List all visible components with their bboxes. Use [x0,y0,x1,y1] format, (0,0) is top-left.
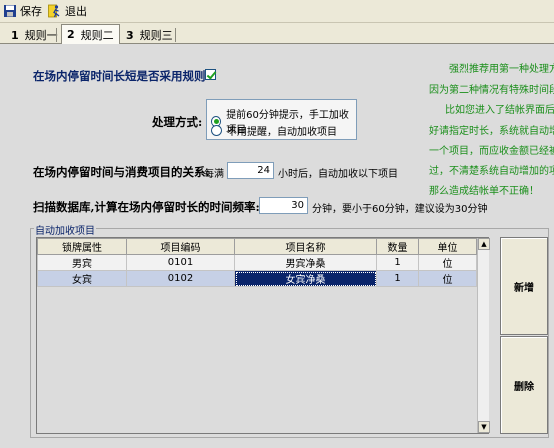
relation-suffix: 小时后，自动加收以下项目 [278,169,398,180]
tab-label: 规则二 [80,28,114,42]
auto-items-grid[interactable]: 锁牌属性 项目编码 项目名称 数量 单位 男宾 0101 男宾净桑 1 位 女宾… [36,237,490,434]
exit-button[interactable]: 退出 [48,2,87,20]
scan-frequency-suffix: 分钟，要小于60分钟，建议设为30分钟 [312,204,488,215]
radio-unselected-icon [211,125,222,136]
handling-options: 提前60分钟提示，手工加收项目 不用提醒，自动加收项目 [206,99,357,140]
column-header[interactable]: 项目名称 [234,238,377,255]
table-cell[interactable]: 女宾 [37,270,127,287]
delete-button-label: 删除 [514,381,534,393]
table-row[interactable]: 男宾 0101 男宾净桑 1 位 [37,254,477,271]
tab-label: 规则三 [139,29,173,42]
save-button[interactable]: 保存 [3,2,42,20]
exit-label: 退出 [65,5,87,18]
table-cell[interactable]: 男宾净桑 [234,254,377,271]
scan-frequency-label: 扫描数据库,计算在场内停留时长的时间频率: [33,200,260,214]
note-line: 因为第二种情况有特殊时间段： [429,85,554,96]
table-cell[interactable]: 男宾 [37,254,127,271]
table-header-row: 锁牌属性 项目编码 项目名称 数量 单位 [37,238,477,255]
rule-tabs: 1 规则一 2 规则二 3 规则三 [0,24,554,45]
handling-label: 处理方式: [152,115,203,129]
table-cell[interactable]: 位 [418,270,477,287]
auto-items-group-title: 自动加收项目 [34,222,96,237]
tab-number: 1 [11,28,19,42]
relation-label: 在场内停留时间与消费项目的关系: [33,165,210,179]
tab-label: 规则一 [24,29,58,42]
note-line: 好请指定时长，系统就自动增加 [429,126,554,137]
tab-rule-1[interactable]: 1 规则一 [6,26,63,44]
delete-button[interactable]: 删除 [500,336,548,434]
note-line: 那么造成结帐单不正确！ [429,186,539,197]
tab-number: 3 [126,28,134,42]
tab-divider [175,28,176,42]
column-header[interactable]: 数量 [376,238,419,255]
table-row[interactable]: 女宾 0102 女宾净桑 1 位 [37,270,477,287]
add-button[interactable]: 新增 [500,237,548,335]
relation-prefix: 每满 [204,169,224,180]
note-line: 强烈推荐用第一种处理方式 [449,64,554,75]
auto-items-group: 自动加收项目 锁牌属性 项目编码 项目名称 数量 单位 男宾 0101 男宾净桑… [30,222,549,438]
scroll-down-arrow-icon[interactable]: ▼ [478,421,490,433]
rule-two-panel: 在场内停留时间长短是否采用规则: 处理方式: 提前60分钟提示，手工加收项目 不… [0,44,554,448]
table-cell[interactable]: 位 [418,254,477,271]
toolbar: 保存 退出 [0,0,554,23]
hours-input[interactable]: 24 [227,162,274,179]
auto-items-table: 锁牌属性 项目编码 项目名称 数量 单位 男宾 0101 男宾净桑 1 位 女宾… [37,238,477,287]
scroll-up-arrow-icon[interactable]: ▲ [478,238,490,250]
table-cell[interactable]: 0102 [126,270,235,287]
short-stay-rule-label: 在场内停留时间长短是否采用规则: [33,69,210,83]
table-cell-selected[interactable]: 女宾净桑 [234,270,377,287]
exit-runner-icon [48,4,60,18]
note-line: 过，不清楚系统自动增加的项目 [429,166,554,177]
save-label: 保存 [20,5,42,18]
note-line: 一个项目，而应收金额已经被计 [429,146,554,157]
tab-number: 2 [67,28,75,41]
handling-option-auto[interactable]: 不用提醒，自动加收项目 [211,123,337,138]
floppy-disk-icon [4,5,16,17]
table-cell[interactable]: 1 [376,270,419,287]
handling-option-label: 不用提醒，自动加收项目 [227,127,337,138]
tab-divider [56,28,57,42]
column-header[interactable]: 单位 [418,238,477,255]
table-cell[interactable]: 1 [376,254,419,271]
short-stay-rule-checkbox[interactable] [205,69,216,80]
column-header[interactable]: 项目编码 [126,238,235,255]
tab-rule-2[interactable]: 2 规则二 [61,24,120,45]
table-cell[interactable]: 0101 [126,254,235,271]
tab-rule-3[interactable]: 3 规则三 [121,26,178,44]
note-line: 比如您进入了结帐界面后， [445,105,554,116]
grid-vertical-scrollbar[interactable]: ▲ ▼ [477,238,490,433]
add-button-label: 新增 [514,282,534,294]
column-header[interactable]: 锁牌属性 [37,238,127,255]
minutes-input[interactable]: 30 [259,197,308,214]
